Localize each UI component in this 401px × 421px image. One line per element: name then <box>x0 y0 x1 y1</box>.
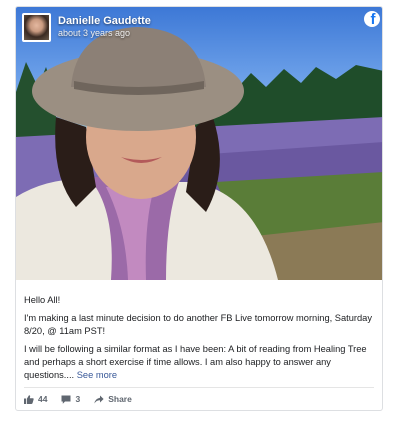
author-name[interactable]: Danielle Gaudette <box>58 15 151 27</box>
comment-count: 3 <box>75 394 81 404</box>
post-header: Danielle Gaudette about 3 years ago <box>16 7 382 47</box>
comment-button[interactable]: 3 <box>61 394 80 404</box>
post-paragraph-2: I will be following a similar format as … <box>24 343 374 382</box>
post-photo[interactable]: Danielle Gaudette about 3 years ago f <box>16 7 382 280</box>
share-arrow-icon <box>94 395 104 403</box>
post-paragraph-2-text: I will be following a similar format as … <box>24 344 367 380</box>
post-timestamp[interactable]: about 3 years ago <box>58 28 151 39</box>
post-text: Hello All! I'm making a last minute deci… <box>24 294 374 387</box>
facebook-post-card: Danielle Gaudette about 3 years ago f He… <box>15 6 383 411</box>
like-button[interactable]: 44 <box>24 394 47 404</box>
share-label: Share <box>108 394 132 404</box>
share-button[interactable]: Share <box>94 394 132 404</box>
like-count: 44 <box>38 394 48 404</box>
post-paragraph-1: I'm making a last minute decision to do … <box>24 313 372 336</box>
facebook-icon[interactable]: f <box>364 11 380 27</box>
footer-divider <box>24 387 374 388</box>
see-more-link[interactable]: See more <box>77 370 117 380</box>
post-footer: 44 3 Share <box>24 391 146 407</box>
avatar[interactable] <box>22 12 51 42</box>
lavender-field-selfie-image <box>16 27 382 280</box>
thumbs-up-icon <box>24 394 34 404</box>
post-header-info: Danielle Gaudette about 3 years ago <box>58 15 151 39</box>
comment-icon <box>61 395 71 404</box>
post-greeting: Hello All! <box>24 295 61 305</box>
